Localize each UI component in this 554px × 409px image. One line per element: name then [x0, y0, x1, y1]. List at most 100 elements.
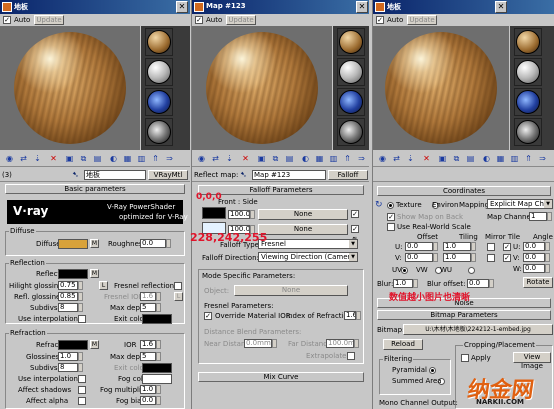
u-tiling-spinner[interactable] — [471, 242, 476, 251]
near-distance-field[interactable]: 0.0mm — [244, 339, 272, 348]
ior-spinner[interactable] — [156, 340, 161, 349]
v-mirror-checkbox[interactable] — [487, 254, 495, 262]
u-offset-spinner[interactable] — [433, 242, 438, 251]
unique-icon[interactable]: ⧉ — [270, 153, 281, 164]
refr-exit-color-swatch[interactable] — [142, 363, 172, 373]
sample-slot[interactable] — [337, 118, 365, 146]
map-type-button[interactable]: Falloff — [328, 170, 368, 180]
material-type-button[interactable]: VRayMtl — [148, 170, 188, 180]
affect-shadows-checkbox[interactable] — [78, 386, 86, 394]
refr-max-depth-spinner[interactable] — [156, 352, 161, 361]
material-id-icon[interactable]: ◐ — [108, 153, 119, 164]
blur-offset-spinner[interactable] — [489, 279, 494, 288]
rollout-basic-parameters[interactable]: Basic parameters — [5, 184, 185, 194]
side-map-checkbox[interactable]: ✓ — [351, 225, 359, 233]
glossiness-field[interactable]: 1.0 — [58, 352, 78, 361]
auto-checkbox-a[interactable]: ✓ — [3, 16, 11, 24]
side-map-button[interactable]: None — [258, 224, 348, 235]
front-amount-spinner[interactable] — [250, 210, 255, 219]
reload-button[interactable]: Reload — [383, 339, 423, 350]
falloff-type-dropdown[interactable]: Fresnel — [258, 239, 358, 249]
get-material-icon[interactable]: ◉ — [196, 153, 207, 164]
far-distance-field[interactable]: 100.0mm — [326, 339, 354, 348]
v-offset-spinner[interactable] — [433, 253, 438, 262]
view-image-button[interactable]: View Image — [513, 352, 551, 370]
go-sibling-icon[interactable]: ⇒ — [537, 153, 548, 164]
blur-spinner[interactable] — [413, 279, 418, 288]
w-angle-spinner[interactable] — [545, 264, 550, 273]
u-angle-field[interactable]: 0.0 — [523, 242, 545, 251]
copy-material-icon[interactable]: ▣ — [256, 153, 267, 164]
rollout-falloff-parameters[interactable]: Falloff Parameters — [198, 185, 364, 195]
sample-slot[interactable] — [145, 118, 173, 146]
refl-gloss-spinner[interactable] — [78, 292, 83, 301]
unique-icon[interactable]: ⧉ — [78, 153, 89, 164]
front-amount-field[interactable]: 100.0 — [228, 210, 250, 219]
sample-slot[interactable] — [514, 28, 542, 56]
max-depth-spinner[interactable] — [156, 303, 161, 312]
material-id-icon[interactable]: ◐ — [481, 153, 492, 164]
sample-slot-b[interactable] — [192, 26, 332, 150]
show-map-on-back-checkbox[interactable]: ✓ — [387, 213, 395, 221]
v-tiling-spinner[interactable] — [471, 253, 476, 262]
rollout-bitmap-parameters[interactable]: Bitmap Parameters — [377, 310, 551, 320]
roughness-spinner[interactable] — [166, 239, 171, 248]
u-offset-field[interactable]: 0.0 — [405, 242, 433, 251]
reset-icon[interactable]: ✕ — [240, 153, 251, 164]
sample-slot[interactable] — [145, 88, 173, 116]
front-color-swatch[interactable] — [202, 207, 226, 219]
fog-bias-spinner[interactable] — [156, 396, 161, 405]
fog-multiplier-field[interactable]: 1.0 — [140, 385, 156, 394]
uv-radio[interactable] — [401, 266, 409, 274]
sample-slot[interactable] — [514, 58, 542, 86]
close-icon[interactable]: ✕ — [176, 1, 188, 13]
go-parent-icon[interactable]: ⇑ — [342, 153, 353, 164]
ior-spinner[interactable] — [356, 311, 361, 320]
sample-slot[interactable] — [145, 28, 173, 56]
front-map-button[interactable]: None — [258, 209, 348, 220]
put-library-icon[interactable]: ▤ — [284, 153, 295, 164]
v-tile-checkbox[interactable]: ✓ — [503, 254, 511, 262]
mapping-lock-icon[interactable]: ↻ — [375, 200, 383, 210]
texture-radio[interactable] — [387, 201, 394, 209]
close-icon[interactable]: ✕ — [356, 1, 368, 13]
blur-offset-field[interactable]: 0.0 — [467, 279, 489, 288]
go-parent-icon[interactable]: ⇑ — [150, 153, 161, 164]
falloff-direction-dropdown[interactable]: Viewing Direction (Camera Z-Axis) — [258, 252, 358, 262]
update-button-a[interactable]: Update — [34, 15, 64, 25]
sample-slot[interactable] — [514, 118, 542, 146]
blur-field[interactable]: 1.0 — [393, 279, 413, 288]
fresnel-reflections-checkbox[interactable] — [174, 282, 182, 290]
use-interpolation-checkbox[interactable] — [78, 315, 86, 323]
map-name-field[interactable]: Map #123 — [252, 170, 326, 180]
sample-slot[interactable] — [337, 88, 365, 116]
bitmap-path-button[interactable]: U:\木材\木地板\224212-1-embed.jpg — [403, 324, 553, 335]
go-sibling-icon[interactable]: ⇒ — [164, 153, 175, 164]
u-mirror-checkbox[interactable] — [487, 243, 495, 251]
v-angle-field[interactable]: 0.0 — [523, 253, 545, 262]
sample-slot[interactable] — [145, 58, 173, 86]
show-map-icon[interactable]: ▦ — [314, 153, 325, 164]
pyramidal-radio[interactable] — [429, 366, 437, 374]
glossiness-spinner[interactable] — [78, 352, 83, 361]
rotate-button[interactable]: Rotate — [523, 277, 553, 288]
refr-use-interpolation-checkbox[interactable] — [78, 375, 86, 383]
put-to-scene-icon[interactable]: ⇄ — [210, 153, 221, 164]
unique-icon[interactable]: ⧉ — [451, 153, 462, 164]
hilight-glossiness-field[interactable]: 0.75 — [58, 281, 78, 290]
u-tile-checkbox[interactable]: ✓ — [503, 243, 511, 251]
reflect-map-button[interactable]: M — [90, 269, 99, 278]
map-channel-spinner[interactable] — [547, 212, 552, 221]
put-to-scene-icon[interactable]: ⇄ — [18, 153, 29, 164]
go-sibling-icon[interactable]: ⇒ — [356, 153, 367, 164]
rollout-mix-curve[interactable]: Mix Curve — [198, 372, 364, 382]
ior-field[interactable]: 1.6 — [140, 340, 156, 349]
refr-subdivs-spinner[interactable] — [78, 363, 83, 372]
far-distance-spinner[interactable] — [354, 339, 359, 348]
fog-bias-field[interactable]: 0.0 — [140, 396, 156, 405]
fresnel-ior-spinner[interactable] — [156, 292, 161, 301]
map-channel-field[interactable]: 1 — [529, 212, 547, 221]
material-id-icon[interactable]: ◐ — [300, 153, 311, 164]
u-angle-spinner[interactable] — [545, 242, 550, 251]
lock-hilight-button[interactable]: L — [99, 281, 108, 290]
